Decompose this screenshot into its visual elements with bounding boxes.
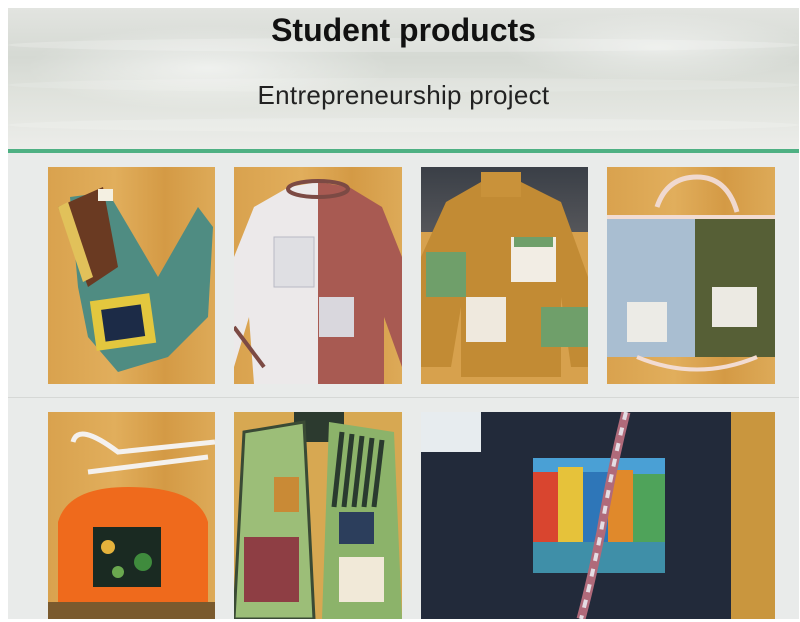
orange-tote-bag-photo[interactable] — [48, 412, 215, 619]
navy-tote-burano-photo[interactable] — [421, 412, 775, 619]
blue-olive-bag-photo[interactable] — [607, 167, 775, 384]
accent-divider — [8, 149, 799, 153]
white-rust-shirt-photo[interactable] — [234, 167, 402, 384]
teal-crossbody-bag-photo[interactable] — [48, 167, 215, 384]
mustard-sweater-photo[interactable] — [421, 167, 588, 384]
row-divider — [8, 397, 799, 398]
page-subtitle: Entrepreneurship project — [257, 80, 550, 110]
hero-banner: Student products Entrepreneurship projec… — [8, 8, 799, 150]
page-frame: Student products Entrepreneurship projec… — [8, 8, 799, 619]
page-title: Student products — [271, 12, 536, 48]
green-vest-photo[interactable] — [234, 412, 402, 619]
